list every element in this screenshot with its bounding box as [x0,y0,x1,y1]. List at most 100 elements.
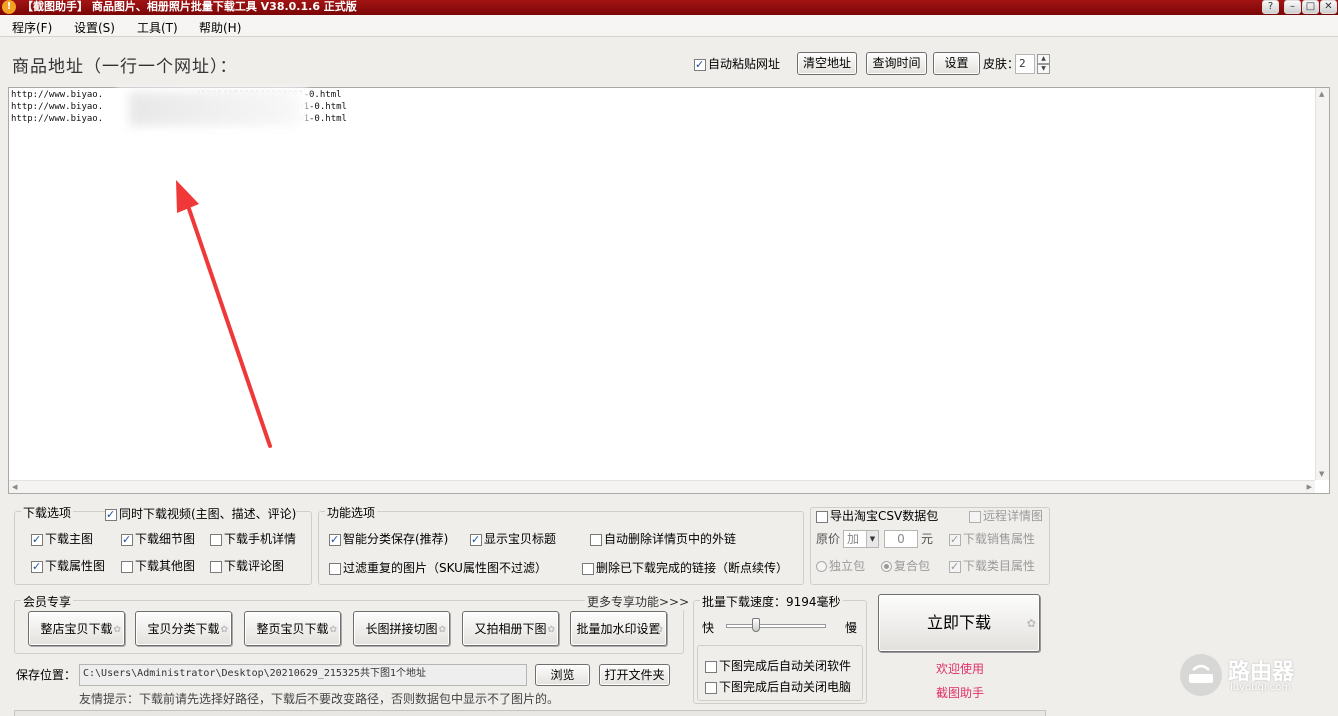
button-label: 整店宝贝下载 [40,622,113,636]
auto-paste-checkbox[interactable]: 自动粘贴网址 [694,56,780,73]
checkbox-label: 下载销售属性 [963,532,1036,546]
price-op-select[interactable]: 加 ▼ [843,530,879,548]
download-mobile-detail-checkbox[interactable]: 下载手机详情 [210,531,296,547]
checkbox-label: 删除已下载完成的链接（断点续传） [596,561,789,575]
url-textarea[interactable]: http://www.biyao. /1301405109010000001-0… [8,87,1330,494]
window-title: 【截图助手】 商品图片、相册照片批量下载工具 V38.0.1.6 正式版 [22,0,357,13]
download-other-image-checkbox[interactable]: 下载其他图 [121,558,195,574]
checkbox-label: 下图完成后自动关闭电脑 [719,680,852,694]
category-download-button[interactable]: 宝贝分类下载 ✿ [135,611,232,646]
upai-album-button[interactable]: 又拍相册下图 ✿ [462,611,559,646]
title-bar: ! 【截图助手】 商品图片、相册照片批量下载工具 V38.0.1.6 正式版 ?… [0,0,1338,15]
menu-settings[interactable]: 设置(S) [74,19,115,36]
skin-down-icon[interactable]: ▼ [1037,64,1050,74]
settings-button[interactable]: 设置 [933,52,980,75]
maximize-button[interactable]: □ [1302,0,1319,14]
help-window-button[interactable]: ? [1262,0,1279,14]
filter-duplicate-checkbox[interactable]: 过滤重复的图片（SKU属性图不过滤） [329,560,547,576]
price-value-input[interactable]: 0 [884,530,918,548]
watermark-settings-button[interactable]: 批量加水印设置 ✿ [570,611,667,646]
close-button[interactable]: ✕ [1320,0,1337,14]
open-folder-button[interactable]: 打开文件夹 [599,664,670,686]
menu-help[interactable]: 帮助(H) [199,19,241,36]
fast-label: 快 [702,621,715,635]
clear-urls-button[interactable]: 清空地址 [797,52,857,75]
checkbox-icon [949,532,961,548]
delete-finished-links-checkbox[interactable]: 删除已下载完成的链接（断点续传） [582,560,788,576]
checkbox-label: 导出淘宝CSV数据包 [830,509,939,523]
site-watermark: 路由器 luyouqi.com [1178,652,1308,700]
speed-slider-thumb[interactable] [752,618,760,632]
remove-external-links-checkbox[interactable]: 自动删除详情页中的外链 [590,531,736,547]
decor-icon: ✿ [329,625,337,635]
download-main-image-checkbox[interactable]: 下载主图 [31,531,94,548]
price-op-value: 加 [847,532,860,546]
download-detail-image-checkbox[interactable]: 下载细节图 [121,531,196,548]
horizontal-scrollbar[interactable]: ◀ ▶ [9,480,1315,493]
download-review-image-checkbox[interactable]: 下载评论图 [210,558,284,574]
download-attr-image-checkbox[interactable]: 下载属性图 [31,558,106,575]
status-bar [14,710,1046,716]
checkbox-label: 下载其他图 [135,559,196,573]
export-csv-checkbox[interactable]: 导出淘宝CSV数据包 [816,508,938,524]
checkbox-label: 下图完成后自动关闭软件 [719,659,852,673]
checkbox-label: 下载属性图 [45,559,106,573]
button-label: 宝贝分类下载 [147,622,220,636]
url-heading: 商品地址（一行一个网址）： [12,57,238,77]
menu-program[interactable]: 程序(F) [12,19,52,36]
download-category-attr-checkbox[interactable]: 下载类目属性 [949,558,1035,575]
speed-title: 批量下载速度：9194毫秒 [700,593,843,610]
chevron-down-icon[interactable]: ▼ [866,531,878,547]
shop-download-button[interactable]: 整店宝贝下载 ✿ [28,611,125,646]
tip-text: 友情提示：下载前请先选择好路径，下载后不要改变路径，否则数据包中显示不了图片的。 [79,692,560,706]
long-image-button[interactable]: 长图拼接切图 ✿ [353,611,450,646]
checkbox-label: 下载细节图 [135,532,196,546]
menu-tools[interactable]: 工具(T) [137,19,178,36]
smart-save-checkbox[interactable]: 智能分类保存(推荐) [329,531,449,548]
scroll-right-icon[interactable]: ▶ [1307,483,1312,491]
download-video-checkbox[interactable]: 同时下载视频(主图、描述、评论) [105,506,297,523]
slow-label: 慢 [845,621,858,635]
more-features-link[interactable]: 更多专享功能>>> [585,593,692,610]
composite-radio[interactable]: 复合包 [881,558,930,574]
save-path-input[interactable]: C:\Users\Administrator\Desktop\20210629_… [79,664,527,686]
checkbox-icon [705,681,717,694]
scroll-up-icon[interactable]: ▲ [1319,90,1324,98]
checkbox-icon [816,510,828,523]
vertical-scrollbar[interactable]: ▲ ▼ [1315,88,1329,480]
checkbox-icon [329,562,341,575]
checkbox-label: 自动删除详情页中的外链 [604,532,737,546]
download-now-button[interactable]: 立即下载 ✿ [878,594,1040,652]
page-download-button[interactable]: 整页宝贝下载 ✿ [244,611,341,646]
skin-input[interactable]: 2 [1015,54,1035,74]
scroll-left-icon[interactable]: ◀ [12,483,17,491]
browse-button[interactable]: 浏览 [535,664,590,686]
query-time-button[interactable]: 查询时间 [866,52,927,75]
minimize-button[interactable]: – [1284,0,1301,14]
app-icon: ! [2,0,16,14]
checkbox-icon [31,559,43,575]
checkbox-label: 下载主图 [45,532,94,546]
show-title-checkbox[interactable]: 显示宝贝标题 [470,531,556,548]
download-sales-attr-checkbox[interactable]: 下载销售属性 [949,531,1036,548]
brand-text: 截图助手 [936,686,985,700]
remote-detail-checkbox[interactable]: 远程详情图 [969,508,1043,524]
auto-close-app-checkbox[interactable]: 下图完成后自动关闭软件 [705,658,851,674]
watermark-domain: luyouqi.com [1230,682,1292,693]
scroll-down-icon[interactable]: ▼ [1319,470,1324,478]
speed-slider-track[interactable] [726,624,826,628]
checkbox-icon [121,532,133,548]
welcome-text: 欢迎使用 [936,662,985,676]
member-title: 会员专享 [21,593,74,610]
decor-icon: ✿ [220,625,228,635]
auto-shutdown-checkbox[interactable]: 下图完成后自动关闭电脑 [705,679,851,695]
checkbox-label: 远程详情图 [983,509,1044,523]
price-unit-label: 元 [921,532,934,546]
radio-icon [816,561,827,572]
standalone-radio[interactable]: 独立包 [816,558,865,574]
button-label: 整页宝贝下载 [256,622,329,636]
price-label: 原价 [816,532,841,546]
checkbox-icon [210,533,222,546]
checkbox-label: 智能分类保存(推荐) [343,532,449,546]
skin-up-icon[interactable]: ▲ [1037,54,1050,64]
